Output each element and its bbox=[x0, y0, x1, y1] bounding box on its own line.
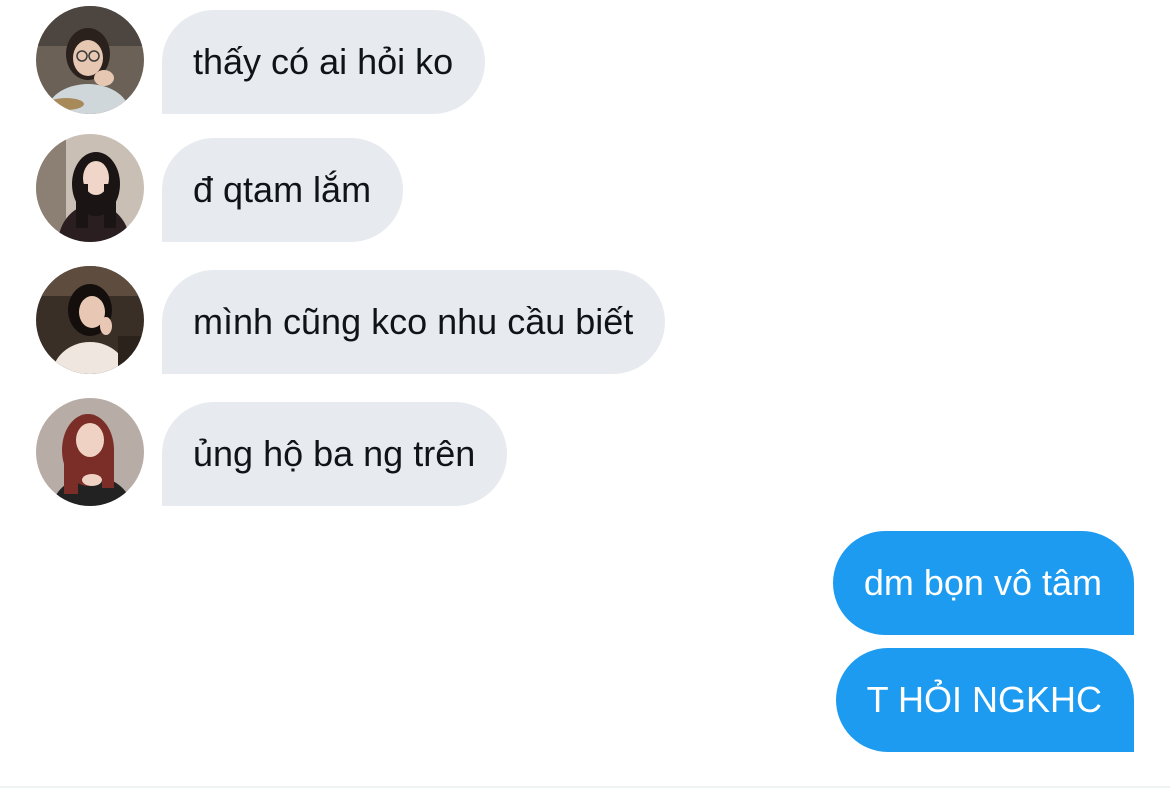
outgoing-message-bubble[interactable]: dm bọn vô tâm bbox=[832, 531, 1134, 635]
message-text: dm bọn vô tâm bbox=[863, 562, 1102, 603]
avatar-photo-4 bbox=[36, 398, 144, 506]
message-row: ủng hộ ba ng trên bbox=[0, 396, 1170, 506]
outgoing-message-bubble[interactable]: T HỎI NGKHC bbox=[835, 648, 1134, 752]
avatar[interactable] bbox=[36, 398, 144, 506]
incoming-message-bubble[interactable]: đ qtam lắm bbox=[162, 138, 404, 242]
divider bbox=[0, 786, 1170, 788]
message-row: mình cũng kco nhu cầu biết bbox=[0, 264, 1170, 374]
message-text: đ qtam lắm bbox=[193, 169, 372, 210]
avatar-photo-3 bbox=[36, 266, 144, 374]
incoming-message-bubble[interactable]: mình cũng kco nhu cầu biết bbox=[162, 270, 666, 374]
avatar[interactable] bbox=[36, 134, 144, 242]
message-row: thấy có ai hỏi ko bbox=[0, 4, 1170, 114]
avatar-photo-1 bbox=[36, 6, 144, 114]
incoming-message-bubble[interactable]: ủng hộ ba ng trên bbox=[162, 402, 508, 506]
message-row: đ qtam lắm bbox=[0, 132, 1170, 242]
message-text: mình cũng kco nhu cầu biết bbox=[193, 301, 634, 342]
message-text: ủng hộ ba ng trên bbox=[193, 433, 476, 474]
message-text: T HỎI NGKHC bbox=[866, 679, 1102, 720]
conversation-thread: thấy có ai hỏi ko đ qtam lắm mình cũng k… bbox=[0, 0, 1170, 789]
avatar-photo-2 bbox=[36, 134, 144, 242]
avatar[interactable] bbox=[36, 6, 144, 114]
message-text: thấy có ai hỏi ko bbox=[193, 41, 454, 82]
avatar[interactable] bbox=[36, 266, 144, 374]
incoming-message-bubble[interactable]: thấy có ai hỏi ko bbox=[162, 10, 486, 114]
